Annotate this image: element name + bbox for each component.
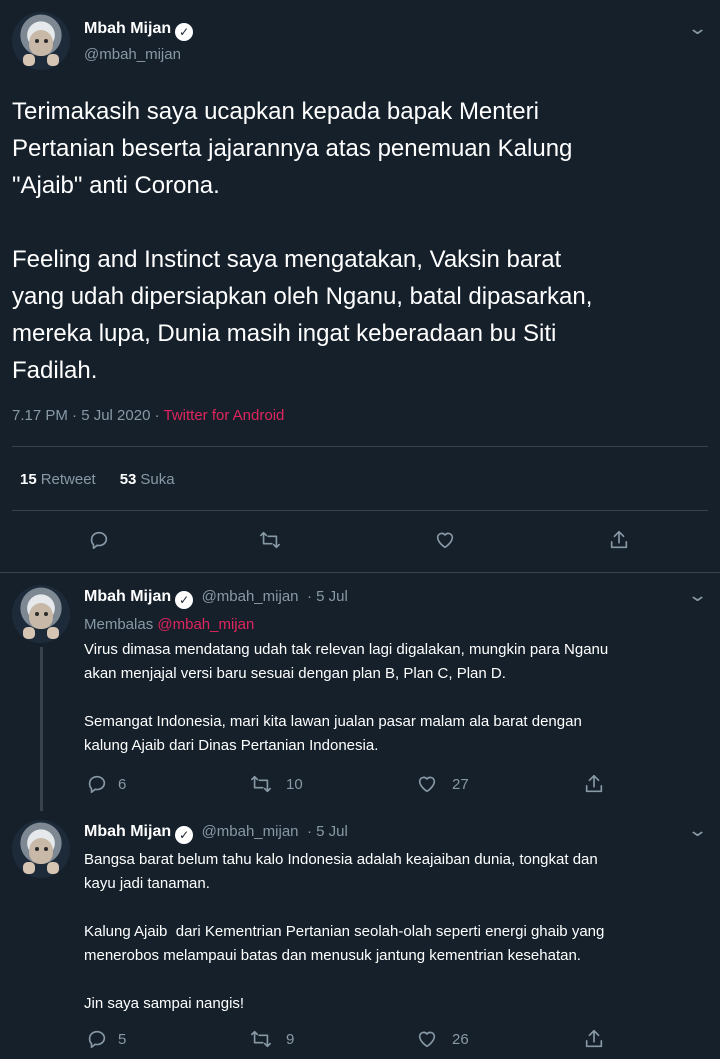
like-button[interactable]: 26 (416, 1028, 469, 1050)
retweet-label: Retweet (40, 471, 96, 488)
tweet-stats: 15 Retweet 53 Suka (20, 471, 175, 488)
like-count: 27 (452, 775, 469, 793)
chevron-down-icon[interactable]: ⌄ (687, 18, 708, 39)
retweet-icon (260, 531, 280, 549)
retweet-button[interactable]: 10 (250, 773, 303, 795)
divider (12, 446, 708, 447)
replying-prefix: Membalas (84, 616, 154, 633)
like-stat[interactable]: 53 Suka (120, 471, 175, 488)
reply-icon (88, 1030, 106, 1049)
reply-count: 6 (118, 775, 127, 793)
reply-header: Mbah Mijan ✓ @mbah_mijan · 5 Jul (84, 823, 348, 844)
reply-button[interactable]: 6 (86, 773, 126, 795)
reply-date[interactable]: · 5 Jul (307, 823, 348, 840)
thread-line (40, 647, 43, 811)
avatar[interactable] (12, 820, 70, 878)
verified-badge-icon: ✓ (175, 826, 194, 844)
avatar[interactable] (12, 12, 70, 70)
verified-badge-icon: ✓ (175, 23, 194, 41)
reply-tweet[interactable]: Mbah Mijan ✓ @mbah_mijan · 5 Jul ⌄ Membal… (0, 573, 720, 811)
author-name[interactable]: Mbah Mijan (84, 823, 171, 840)
chevron-down-icon[interactable]: ⌄ (687, 585, 708, 606)
like-button[interactable] (434, 529, 456, 551)
reply-icon (88, 775, 106, 794)
author-handle[interactable]: @mbah_mijan (84, 46, 181, 63)
reply-text: Virus dimasa mendatang udah tak relevan … (84, 641, 609, 754)
reply-tweet[interactable]: Mbah Mijan ✓ @mbah_mijan · 5 Jul ⌄ Bangsa… (0, 808, 720, 1059)
avatar[interactable] (12, 585, 70, 643)
share-icon (585, 1029, 603, 1048)
share-icon (610, 530, 628, 549)
reply-icon (90, 531, 108, 550)
heart-icon (418, 776, 436, 793)
retweet-stat[interactable]: 15 Retweet (20, 471, 96, 488)
share-button[interactable] (583, 773, 605, 795)
author-handle[interactable]: @mbah_mijan (202, 823, 299, 840)
share-icon (585, 774, 603, 793)
like-count: 26 (452, 1030, 469, 1048)
chevron-down-icon[interactable]: ⌄ (687, 820, 708, 841)
divider (12, 510, 708, 511)
heart-icon (436, 532, 454, 549)
retweet-count: 9 (286, 1030, 295, 1048)
replying-to: Membalas @mbah_mijan (84, 616, 254, 633)
tweet-source[interactable]: Twitter for Android (163, 407, 284, 424)
heart-icon (418, 1031, 436, 1048)
reply-text: Bangsa barat belum tahu kalo Indonesia a… (84, 851, 605, 1012)
meta-separator: · (150, 407, 164, 424)
author-handle[interactable]: @mbah_mijan (202, 588, 299, 605)
author-name[interactable]: Mbah Mijan (84, 20, 171, 37)
replying-mention[interactable]: @mbah_mijan (157, 616, 254, 633)
like-button[interactable]: 27 (416, 773, 469, 795)
retweet-icon (251, 775, 271, 793)
reply-date[interactable]: · 5 Jul (307, 588, 348, 605)
author-name[interactable]: Mbah Mijan (84, 588, 171, 605)
tweet-timestamp[interactable]: 7.17 PM · 5 Jul 2020 (12, 407, 150, 424)
like-label: Suka (140, 471, 175, 488)
author-header: Mbah Mijan ✓ (84, 20, 194, 41)
reply-count: 5 (118, 1030, 127, 1048)
retweet-count: 10 (286, 775, 303, 793)
retweet-button[interactable]: 9 (250, 1028, 294, 1050)
tweet-meta: 7.17 PM · 5 Jul 2020 · Twitter for Andro… (12, 407, 284, 424)
retweet-count: 15 (20, 471, 37, 488)
verified-badge-icon: ✓ (175, 591, 194, 609)
like-count: 53 (119, 471, 137, 488)
retweet-icon (251, 1030, 271, 1048)
reply-header: Mbah Mijan ✓ @mbah_mijan · 5 Jul (84, 588, 348, 609)
share-button[interactable] (608, 529, 630, 551)
reply-button[interactable]: 5 (86, 1028, 126, 1050)
share-button[interactable] (583, 1028, 605, 1050)
tweet-text: Terimakasih saya ucapkan kepada bapak Me… (12, 98, 593, 384)
retweet-button[interactable] (259, 529, 281, 551)
reply-button[interactable] (88, 529, 110, 551)
